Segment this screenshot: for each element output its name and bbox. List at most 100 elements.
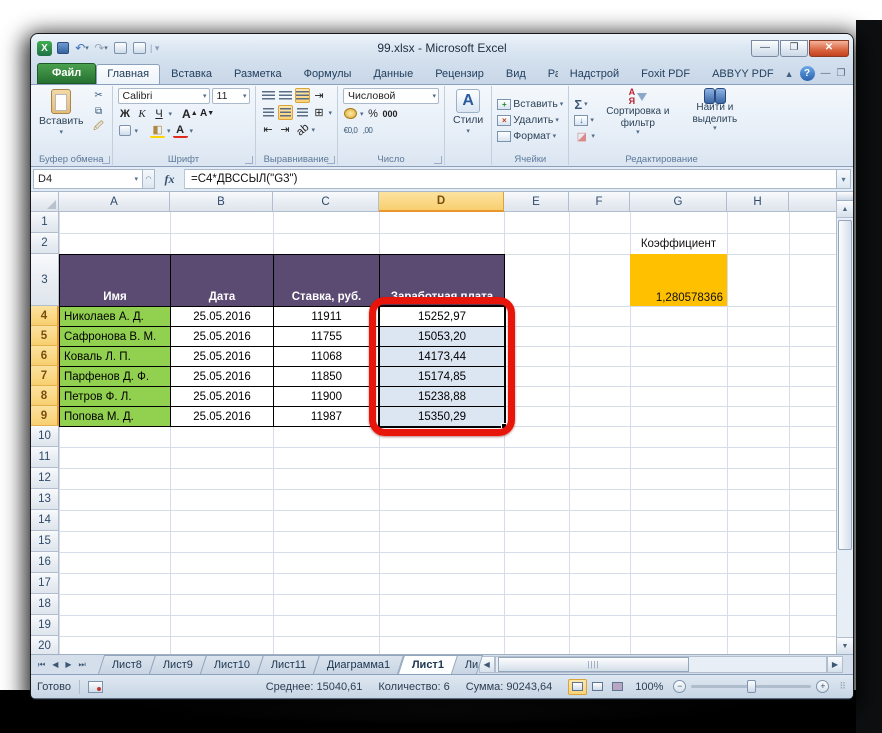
tab-razmetka[interactable]: Разметка	[223, 64, 293, 84]
insert-function-icon[interactable]: fx	[155, 169, 185, 189]
tab-glavnaya[interactable]: Главная	[96, 64, 161, 84]
help-icon[interactable]: ?	[799, 66, 815, 81]
percent-style-icon[interactable]: %	[366, 106, 381, 121]
underline-button[interactable]: Ч	[152, 106, 167, 121]
find-select-button[interactable]: Найти и выделить ▾	[681, 88, 749, 152]
vscroll-track[interactable]	[837, 218, 853, 637]
select-all-button[interactable]	[31, 192, 59, 212]
date-cell[interactable]: 25.05.2016	[170, 306, 274, 327]
tab-file[interactable]: Файл	[37, 63, 97, 84]
paste-button[interactable]: Вставить ▾	[36, 88, 87, 152]
alignment-dialog-launcher-icon[interactable]	[327, 156, 336, 164]
insert-cells-button[interactable]: + Вставить ▾	[497, 98, 563, 110]
row-header-13[interactable]: 13	[31, 489, 59, 510]
wrap-text-icon[interactable]: ⇥	[312, 88, 327, 103]
column-header-G[interactable]: G	[630, 192, 727, 212]
formula-input[interactable]: =C4*ДВССЫЛ("G3")	[185, 169, 837, 189]
date-cell[interactable]: 25.05.2016	[170, 386, 274, 407]
column-header-H[interactable]: H	[727, 192, 789, 212]
salary-cell[interactable]: 15174,85	[379, 366, 505, 387]
hscroll-thumb[interactable]: ||||	[497, 657, 690, 672]
prev-sheet-icon[interactable]: ◀	[49, 660, 61, 669]
close-button[interactable]: ✕	[809, 39, 849, 57]
macro-record-icon[interactable]	[87, 680, 103, 693]
font-size-combo[interactable]: 11 ▾	[211, 88, 250, 104]
sheet-tab-Лист10[interactable]: Лист10	[199, 655, 265, 674]
minimize-button[interactable]: —	[751, 39, 779, 57]
salary-cell[interactable]: 15053,20	[379, 326, 505, 347]
autosum-button[interactable]: Σ ▾	[574, 97, 595, 112]
align-left-icon[interactable]	[261, 105, 276, 120]
tab-splitter[interactable]	[843, 655, 853, 674]
zoom-level[interactable]: 100%	[635, 681, 663, 693]
number-dialog-launcher-icon[interactable]	[434, 156, 443, 164]
page-break-view-icon[interactable]	[608, 679, 627, 695]
font-name-combo[interactable]: Calibri ▾	[117, 88, 210, 104]
tab-foxit-pdf[interactable]: Foxit PDF	[630, 64, 701, 84]
tab-razrabot[interactable]: Разработ	[537, 64, 559, 84]
format-painter-icon[interactable]: 🖉	[91, 120, 107, 134]
tab-recenzir[interactable]: Рецензир	[424, 64, 495, 84]
row-header-2[interactable]: 2	[31, 233, 59, 254]
tab-vid[interactable]: Вид	[495, 64, 537, 84]
row-header-1[interactable]: 1	[31, 212, 59, 233]
salary-cell[interactable]: 14173,44	[379, 346, 505, 367]
table-header-cell[interactable]: Ставка, руб.	[273, 254, 380, 307]
column-header-B[interactable]: B	[170, 192, 273, 212]
increase-decimal-icon[interactable]: €0,0	[343, 123, 358, 138]
table-header-cell[interactable]: Дата	[170, 254, 274, 307]
row-header-14[interactable]: 14	[31, 510, 59, 531]
font-dialog-launcher-icon[interactable]	[244, 156, 253, 164]
name-cell[interactable]: Петров Ф. Л.	[59, 386, 171, 407]
date-cell[interactable]: 25.05.2016	[170, 366, 274, 387]
styles-button[interactable]: А Стили ▾	[450, 88, 486, 152]
number-format-combo[interactable]: Числовой ▾	[343, 88, 440, 104]
normal-view-icon[interactable]	[568, 678, 588, 695]
column-header-C[interactable]: C	[273, 192, 379, 212]
salary-cell[interactable]: 15350,29	[379, 406, 505, 427]
comma-style-icon[interactable]: 000	[383, 106, 398, 121]
sort-filter-button[interactable]: АЯ Сортировка и фильтр ▾	[599, 88, 677, 152]
row-header-19[interactable]: 19	[31, 615, 59, 636]
rate-cell[interactable]: 11987	[273, 406, 380, 427]
clear-button[interactable]: ◪ ▾	[574, 129, 595, 144]
name-cell[interactable]: Коваль Л. П.	[59, 346, 171, 367]
align-top-icon[interactable]	[261, 88, 276, 103]
table-header-cell[interactable]: Заработная плата	[379, 254, 505, 307]
align-center-icon[interactable]	[277, 105, 293, 120]
sheet-tab-Лист1[interactable]: Лист1	[397, 655, 458, 674]
last-sheet-icon[interactable]: ⏭	[76, 660, 89, 670]
column-header-E[interactable]: E	[504, 192, 569, 212]
align-right-icon[interactable]	[295, 105, 310, 120]
copy-icon[interactable]: ⧉	[91, 104, 107, 118]
hscroll-right-icon[interactable]: ▶	[827, 656, 843, 673]
row-header-3[interactable]: 3	[31, 254, 59, 306]
scroll-up-icon[interactable]: ▲	[837, 201, 853, 218]
resize-grip[interactable]: ⠿	[839, 681, 847, 692]
orientation-icon[interactable]: ab	[291, 119, 312, 140]
row-header-18[interactable]: 18	[31, 594, 59, 615]
collapse-ribbon-icon[interactable]: ▲	[785, 69, 794, 79]
date-cell[interactable]: 25.05.2016	[170, 346, 274, 367]
row-header-9[interactable]: 9	[31, 406, 59, 426]
workbook-restore-icon[interactable]: ❐	[837, 68, 846, 79]
zoom-in-icon[interactable]: +	[816, 680, 830, 693]
increase-indent-icon[interactable]: ⇥	[278, 122, 293, 137]
sheet-tab-Лист11[interactable]: Лист11	[256, 655, 321, 674]
zoom-thumb[interactable]	[746, 680, 756, 693]
decrease-decimal-icon[interactable]: ,00	[360, 123, 375, 138]
italic-button[interactable]: К	[135, 106, 150, 121]
decrease-indent-icon[interactable]: ⇤	[261, 122, 276, 137]
vscroll-thumb[interactable]	[838, 220, 852, 550]
row-header-5[interactable]: 5	[31, 326, 59, 346]
align-bottom-icon[interactable]	[294, 88, 310, 103]
rate-cell[interactable]: 11755	[273, 326, 380, 347]
row-header-16[interactable]: 16	[31, 552, 59, 573]
column-header-D[interactable]: D	[379, 192, 504, 212]
grow-font-button[interactable]: А ▲	[182, 106, 198, 121]
name-box-split[interactable]: ◠	[143, 169, 155, 189]
rate-cell[interactable]: 11911	[273, 306, 380, 327]
page-layout-view-icon[interactable]	[588, 679, 607, 695]
name-cell[interactable]: Сафронова В. М.	[59, 326, 171, 347]
format-cells-button[interactable]: Формат ▾	[497, 130, 563, 142]
